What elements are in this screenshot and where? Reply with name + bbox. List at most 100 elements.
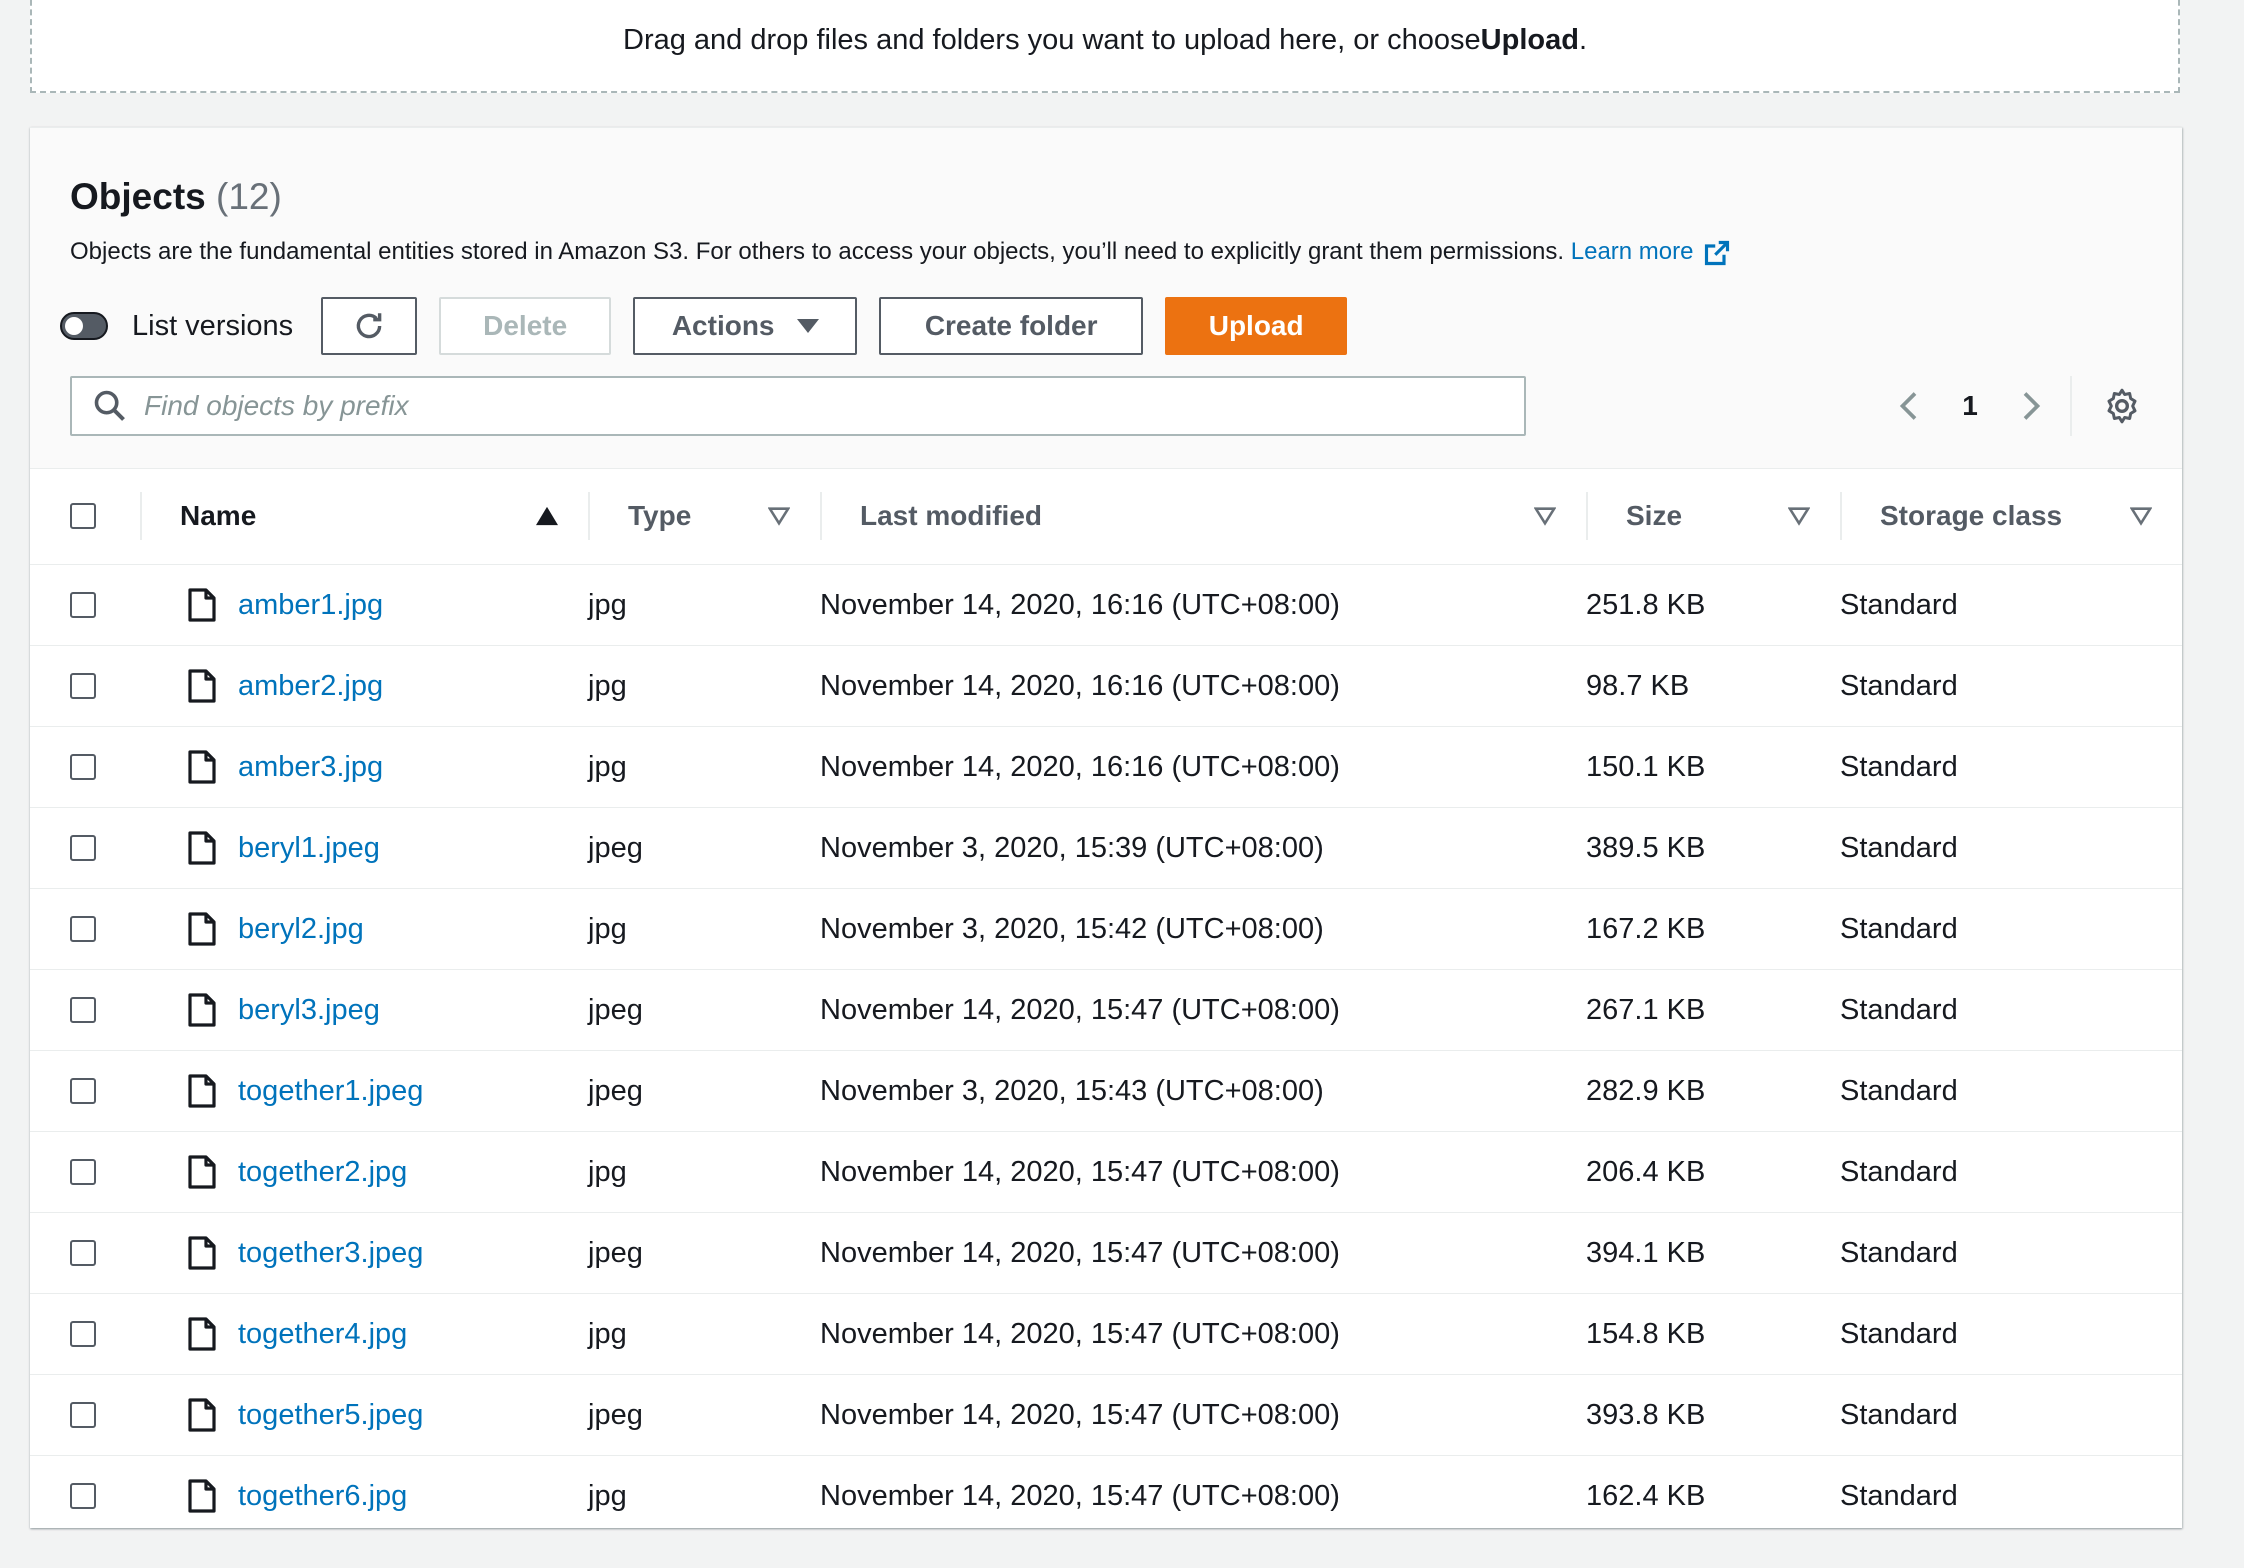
column-header-storage-class[interactable]: Storage class [1840,468,2182,565]
upload-dropzone[interactable]: Drag and drop files and folders you want… [30,0,2180,93]
size-cell: 150.1 KB [1586,750,1706,783]
row-select-cell [30,1213,140,1294]
table-row[interactable]: together2.jpg jpg November 14, 2020, 15:47… [30,1132,2182,1213]
row-checkbox[interactable] [70,1402,96,1428]
name-cell: beryl1.jpeg [140,808,588,889]
table-row[interactable]: amber1.jpg jpg November 14, 2020, 16:16 (U… [30,565,2182,646]
file-icon [188,588,216,622]
table-body: amber1.jpg jpg November 14, 2020, 16:16 (U… [30,565,2182,1537]
table-row[interactable]: amber2.jpg jpg November 14, 2020, 16:16 (U… [30,646,2182,727]
type-cell: jpg [588,750,627,783]
upload-button[interactable]: Upload [1165,297,1348,355]
object-name-link[interactable]: together6.jpg [238,1480,407,1513]
object-name-link[interactable]: amber2.jpg [238,670,383,703]
select-all-checkbox[interactable] [70,503,96,529]
object-name-link[interactable]: amber1.jpg [238,589,383,622]
file-icon [188,993,216,1027]
table-row[interactable]: together3.jpeg jpeg November 14, 2020, 15:… [30,1213,2182,1294]
row-select-cell [30,808,140,889]
object-name-link[interactable]: beryl3.jpeg [238,994,380,1027]
storage-class-cell: Standard [1840,1317,1958,1350]
table-row[interactable]: together1.jpeg jpeg November 3, 2020, 15:4… [30,1051,2182,1132]
object-name-link[interactable]: together2.jpg [238,1156,407,1189]
row-select-cell [30,727,140,808]
last-modified-cell: November 14, 2020, 15:47 (UTC+08:00) [820,1479,1340,1512]
search-field[interactable] [70,376,1526,436]
row-checkbox[interactable] [70,916,96,942]
row-checkbox[interactable] [70,1159,96,1185]
file-icon [188,1317,216,1351]
chevron-left-icon[interactable] [1890,386,1930,426]
storage-class-cell: Standard [1840,1236,1958,1269]
row-select-cell [30,1375,140,1456]
table-row[interactable]: together4.jpg jpg November 14, 2020, 15:47… [30,1294,2182,1375]
type-cell: jpeg [588,831,643,864]
table-row[interactable]: beryl2.jpg jpg November 3, 2020, 15:42 (UT… [30,889,2182,970]
refresh-button[interactable] [321,297,418,355]
table-row[interactable]: together6.jpg jpg November 14, 2020, 15:47… [30,1456,2182,1537]
name-cell: amber2.jpg [140,646,588,727]
objects-count: (12) [216,176,282,217]
object-name-link[interactable]: beryl1.jpeg [238,832,380,865]
row-checkbox[interactable] [70,1483,96,1509]
delete-button[interactable]: Delete [439,297,612,355]
row-checkbox[interactable] [70,1078,96,1104]
last-modified-cell: November 3, 2020, 15:39 (UTC+08:00) [820,831,1324,864]
column-modified-label: Last modified [860,500,1043,531]
row-checkbox[interactable] [70,754,96,780]
row-checkbox[interactable] [70,997,96,1023]
row-checkbox[interactable] [70,592,96,618]
sort-ascending-icon [536,506,558,526]
search-input[interactable] [142,389,1446,423]
row-select-cell [30,1051,140,1132]
type-cell: jpeg [588,1074,643,1107]
column-header-type[interactable]: Type [588,468,820,565]
objects-title-text: Objects [70,176,206,217]
table-row[interactable]: together5.jpeg jpeg November 14, 2020, 15:… [30,1375,2182,1456]
row-checkbox[interactable] [70,1321,96,1347]
dropzone-upload-word: Upload [1480,24,1579,56]
object-name-link[interactable]: amber3.jpg [238,751,383,784]
size-cell: 167.2 KB [1586,912,1706,945]
storage-class-cell: Standard [1840,669,1958,702]
column-header-name[interactable]: Name [140,468,588,565]
object-name-link[interactable]: together3.jpeg [238,1237,423,1270]
objects-header: Objects (12) Objects are the fundamental… [30,128,2182,469]
type-cell: jpg [588,669,627,702]
column-header-last-modified[interactable]: Last modified [820,468,1586,565]
name-cell: beryl2.jpg [140,889,588,970]
actions-dropdown[interactable]: Actions [633,297,858,355]
caret-down-icon [796,319,819,333]
row-checkbox[interactable] [70,835,96,861]
column-storage-label: Storage class [1880,500,2063,531]
table-row[interactable]: beryl3.jpeg jpeg November 14, 2020, 15:47 … [30,970,2182,1051]
list-versions-toggle[interactable] [60,312,108,340]
table-row[interactable]: beryl1.jpeg jpeg November 3, 2020, 15:39 (… [30,808,2182,889]
row-checkbox[interactable] [70,673,96,699]
learn-more-link[interactable]: Learn more [1571,238,1732,265]
file-icon [188,1074,216,1108]
sort-unsorted-icon [1534,507,1556,526]
object-name-link[interactable]: together4.jpg [238,1318,407,1351]
object-name-link[interactable]: beryl2.jpg [238,913,364,946]
row-select-cell [30,1132,140,1213]
row-checkbox[interactable] [70,1240,96,1266]
table-header-row: Name Type Last modified Size Storage cla… [30,468,2182,565]
table-row[interactable]: amber3.jpg jpg November 14, 2020, 16:16 (U… [30,727,2182,808]
last-modified-cell: November 14, 2020, 15:47 (UTC+08:00) [820,1398,1340,1431]
create-folder-button[interactable]: Create folder [879,297,1144,355]
size-cell: 251.8 KB [1586,588,1706,621]
external-link-icon [1705,240,1730,265]
gear-icon[interactable] [2102,386,2142,426]
chevron-right-icon[interactable] [2010,386,2050,426]
size-cell: 98.7 KB [1586,669,1690,702]
select-all-cell [30,468,140,565]
storage-class-cell: Standard [1840,1155,1958,1188]
object-name-link[interactable]: together1.jpeg [238,1075,423,1108]
file-icon [188,750,216,784]
last-modified-cell: November 14, 2020, 15:47 (UTC+08:00) [820,993,1340,1026]
page-number[interactable]: 1 [1950,390,1990,422]
column-header-size[interactable]: Size [1586,468,1840,565]
object-name-link[interactable]: together5.jpeg [238,1399,423,1432]
dropzone-period: . [1578,24,1587,56]
